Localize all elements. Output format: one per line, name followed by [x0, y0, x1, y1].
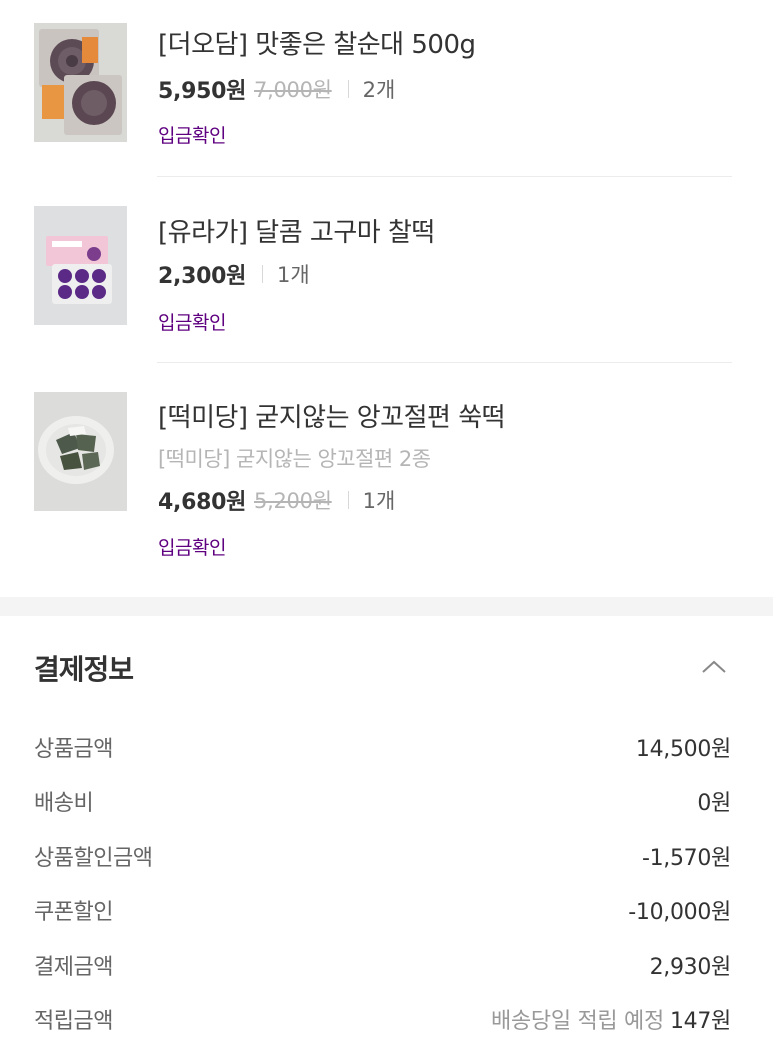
price-row: 4,680원 5,200원 1개: [158, 485, 395, 515]
item-quantity: 1개: [277, 263, 310, 287]
payment-info-title: 결제정보: [34, 653, 134, 686]
item-divider: [157, 176, 732, 177]
payment-info-section: 결제정보 상품금액 14,500원 배송비 0원 상품할인금액 -1,570원 …: [0, 616, 773, 1062]
item-name[interactable]: [더오담] 맛좋은 찰순대 500g: [158, 24, 476, 61]
payment-value: -1,570원: [641, 846, 731, 871]
payment-row-total: 결제금액 2,930원: [34, 951, 731, 985]
sundae-product-image[interactable]: [34, 23, 127, 142]
chevron-up-icon[interactable]: [699, 657, 729, 677]
payment-label: 상품금액: [34, 737, 113, 762]
payment-row-shipping: 배송비 0원: [34, 787, 731, 821]
payment-status: 입금확인: [158, 125, 226, 147]
divider: [262, 265, 264, 283]
payment-row-coupon-discount: 쿠폰할인 -10,000원: [34, 896, 731, 930]
order-items-section: [더오담] 맛좋은 찰순대 500g 5,950원 7,000원 2개 입금확인: [0, 0, 773, 597]
payment-label: 상품할인금액: [34, 846, 153, 871]
section-gap: [0, 597, 773, 616]
item-original-price: 7,000원: [254, 78, 332, 102]
item-option: [떡미당] 굳지않는 앙꼬절편 2종: [158, 447, 431, 471]
item-price: 2,300원: [158, 264, 247, 289]
payment-status: 입금확인: [158, 312, 226, 334]
item-original-price: 5,200원: [254, 489, 332, 513]
points-value: 147원: [669, 1009, 731, 1034]
price-row: 2,300원 1개: [158, 259, 310, 289]
sweet-potato-rice-cake-image[interactable]: [34, 206, 127, 325]
divider: [347, 80, 349, 98]
payment-label: 쿠폰할인: [34, 900, 113, 925]
item-quantity: 2개: [362, 78, 396, 102]
price-row: 5,950원 7,000원 2개: [158, 74, 395, 104]
mugwort-rice-cake-image[interactable]: [34, 392, 127, 511]
item-price: 4,680원: [158, 490, 247, 515]
payment-value: 0원: [697, 791, 731, 816]
payment-value: 14,500원: [635, 737, 731, 762]
payment-label: 결제금액: [34, 955, 113, 980]
payment-status: 입금확인: [158, 537, 226, 559]
payment-value-with-note: 배송당일 적립 예정 147원: [491, 1005, 731, 1039]
payment-label: 적립금액: [34, 1009, 113, 1034]
item-divider: [157, 362, 732, 363]
payment-value: 2,930원: [649, 955, 732, 980]
divider: [347, 491, 349, 509]
payment-row-product-discount: 상품할인금액 -1,570원: [34, 842, 731, 876]
payment-label: 배송비: [34, 791, 94, 816]
payment-value: -10,000원: [628, 900, 731, 925]
payment-row-product-amount: 상품금액 14,500원: [34, 733, 731, 767]
points-note: 배송당일 적립 예정: [491, 1009, 664, 1034]
item-name[interactable]: [떡미당] 굳지않는 앙꼬절편 쑥떡: [158, 397, 506, 434]
payment-row-points: 적립금액 배송당일 적립 예정 147원: [34, 1005, 731, 1039]
item-name[interactable]: [유라가] 달콤 고구마 찰떡: [158, 212, 435, 249]
item-price: 5,950원: [158, 79, 247, 104]
item-quantity: 1개: [362, 489, 396, 513]
